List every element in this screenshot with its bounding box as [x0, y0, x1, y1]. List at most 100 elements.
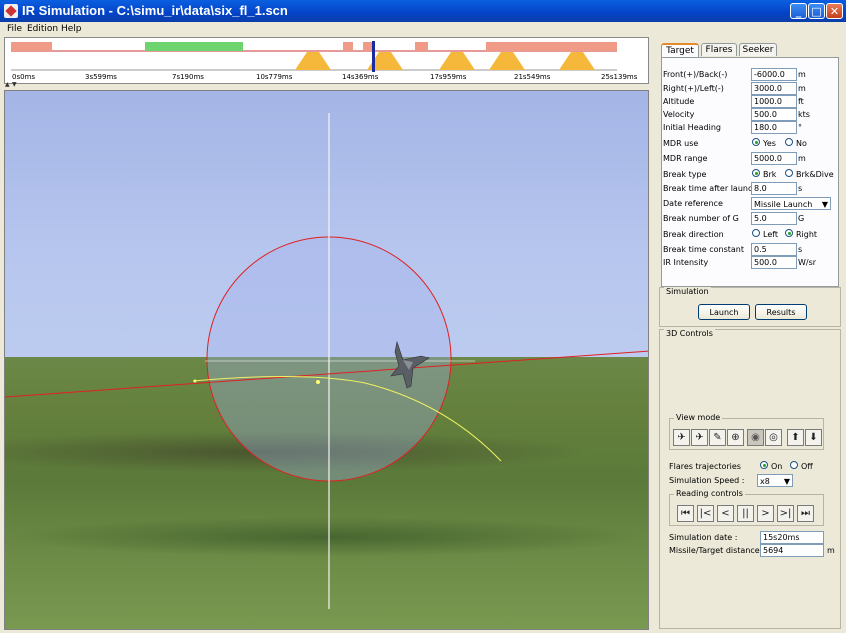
viewport-overlay	[5, 113, 648, 609]
event-timeline[interactable]: 0s0ms 3s599ms 7s190ms 10s779ms 14s369ms …	[4, 37, 649, 84]
field-distance: Missile/Target distance : 5694 m	[669, 544, 835, 557]
view-trail-icon[interactable]: ✎	[709, 429, 726, 446]
right-left-input[interactable]: 3000.0	[751, 82, 797, 95]
heading-input[interactable]: 180.0	[751, 121, 797, 134]
flares-on-radio[interactable]	[760, 461, 768, 469]
timeline-tick: 14s369ms	[342, 73, 379, 81]
results-button[interactable]: Results	[755, 304, 807, 320]
export-down-icon[interactable]: ⬇	[805, 429, 822, 446]
pause-icon[interactable]: ||	[737, 505, 754, 522]
menu-file[interactable]: File	[7, 24, 22, 34]
menu-bar: File Edition Help	[0, 22, 846, 37]
date-reference-select[interactable]: Missile Launch ▼	[751, 197, 831, 210]
field-velocity: Velocity 500.0 kts	[663, 108, 810, 121]
close-button[interactable]: ✕	[826, 3, 843, 19]
field-break-constant: Break time constant 0.5 s	[663, 243, 803, 256]
timeline-block	[11, 42, 52, 51]
tab-target[interactable]: Target	[661, 43, 699, 57]
break-constant-input[interactable]: 0.5	[751, 243, 797, 256]
splitter-up-icon[interactable]: ▲	[5, 81, 10, 88]
break-brk-radio[interactable]	[752, 169, 760, 177]
chevron-down-icon: ▼	[821, 200, 828, 209]
field-simulation-date: Simulation date : 15s20ms	[669, 531, 839, 544]
field-altitude: Altitude 1000.0 ft	[663, 95, 804, 108]
maximize-button[interactable]: □	[808, 3, 825, 19]
reading-controls-group: Reading controls ⏮ |< < || > >| ⏭	[669, 489, 824, 526]
field-mdr-use: MDR use Yes No	[663, 138, 807, 148]
tab-flares[interactable]: Flares	[701, 43, 737, 56]
distance-field[interactable]: 5694	[760, 544, 824, 557]
play-back-icon[interactable]: <	[717, 505, 734, 522]
title-bar: IR Simulation - C:\simu_ir\data\six_fl_1…	[0, 0, 846, 22]
view-chase-icon[interactable]: ✈	[673, 429, 690, 446]
field-ir-intensity: IR Intensity 500.0 W/sr	[663, 256, 817, 269]
app-icon	[4, 4, 18, 18]
field-break-direction: Break direction Left Right	[663, 229, 818, 239]
timeline-block	[145, 42, 243, 51]
flare-pulse	[439, 52, 475, 70]
field-heading: Initial Heading 180.0 °	[663, 121, 802, 134]
chevron-down-icon: ▼	[783, 477, 790, 486]
field-mdr-range: MDR range 5000.0 m	[663, 152, 806, 165]
timeline-tick: 3s599ms	[85, 73, 117, 81]
splitter-down-icon[interactable]: ▼	[12, 81, 17, 88]
altitude-input[interactable]: 1000.0	[751, 95, 797, 108]
view-eye-icon[interactable]: ◎	[765, 429, 782, 446]
field-simulation-speed: Simulation Speed : x8 ▼	[669, 474, 839, 487]
field-flares-trajectories: Flares trajectories On Off	[669, 461, 813, 471]
timeline-tick: 25s139ms	[601, 73, 638, 81]
simulation-date-field[interactable]: 15s20ms	[760, 531, 824, 544]
view-mode-group: View mode ✈ ✈ ✎ ⊕ ◉ ◎ ⬆ ⬇	[669, 413, 824, 450]
break-brkdive-radio[interactable]	[785, 169, 793, 177]
3d-viewport[interactable]	[4, 90, 649, 630]
field-right-left: Right(+)/Left(-) 3000.0 m	[663, 82, 806, 95]
timeline-block	[343, 42, 353, 51]
field-date-reference: Date reference Missile Launch ▼	[663, 197, 839, 210]
menu-edition[interactable]: Edition	[27, 24, 58, 34]
flare-pulse	[559, 52, 595, 70]
timeline-tick: 7s190ms	[172, 73, 204, 81]
export-up-icon[interactable]: ⬆	[787, 429, 804, 446]
step-back-icon[interactable]: |<	[697, 505, 714, 522]
break-g-input[interactable]: 5.0	[751, 212, 797, 225]
view-target-icon[interactable]: ⊕	[727, 429, 744, 446]
field-break-g: Break number of G 5.0 G	[663, 212, 805, 225]
trajectory-start	[193, 379, 197, 383]
target-panel: Front(+)/Back(-) -6000.0 m Right(+)/Left…	[661, 57, 839, 287]
simulation-speed-select[interactable]: x8 ▼	[757, 474, 793, 487]
mdr-no-radio[interactable]	[785, 138, 793, 146]
timeline-block	[486, 42, 617, 51]
mdr-yes-radio[interactable]	[752, 138, 760, 146]
flare-pulse	[489, 52, 525, 70]
missile-marker	[316, 380, 320, 384]
launch-button[interactable]: Launch	[698, 304, 750, 320]
timeline-cursor	[372, 41, 375, 72]
tab-seeker[interactable]: Seeker	[739, 43, 777, 56]
step-forward-icon[interactable]: >|	[777, 505, 794, 522]
timeline-block	[415, 42, 428, 51]
minimize-button[interactable]: _	[790, 3, 807, 19]
break-right-radio[interactable]	[785, 229, 793, 237]
flare-pulse	[295, 52, 331, 70]
view-seeker-icon[interactable]: ◉	[747, 429, 764, 446]
timeline-tick: 0s0ms	[12, 73, 36, 81]
front-back-input[interactable]: -6000.0	[751, 68, 797, 81]
mdr-range-input[interactable]: 5000.0	[751, 152, 797, 165]
timeline-tick: 21s549ms	[514, 73, 551, 81]
ir-intensity-input[interactable]: 500.0	[751, 256, 797, 269]
timeline-block	[363, 42, 373, 51]
break-left-radio[interactable]	[752, 229, 760, 237]
play-icon[interactable]: >	[757, 505, 774, 522]
first-frame-icon[interactable]: ⏮	[677, 505, 694, 522]
field-front-back: Front(+)/Back(-) -6000.0 m	[663, 68, 806, 81]
window-title: IR Simulation - C:\simu_ir\data\six_fl_1…	[22, 3, 288, 18]
view-missile-icon[interactable]: ✈	[691, 429, 708, 446]
flares-off-radio[interactable]	[790, 461, 798, 469]
right-panel: Target Flares Seeker Front(+)/Back(-) -6…	[655, 37, 846, 633]
last-frame-icon[interactable]: ⏭	[797, 505, 814, 522]
menu-help[interactable]: Help	[61, 24, 82, 34]
break-time-input[interactable]: 8.0	[751, 182, 797, 195]
simulation-group: Simulation Launch Results	[659, 287, 841, 327]
timeline-tick: 17s959ms	[430, 73, 467, 81]
velocity-input[interactable]: 500.0	[751, 108, 797, 121]
